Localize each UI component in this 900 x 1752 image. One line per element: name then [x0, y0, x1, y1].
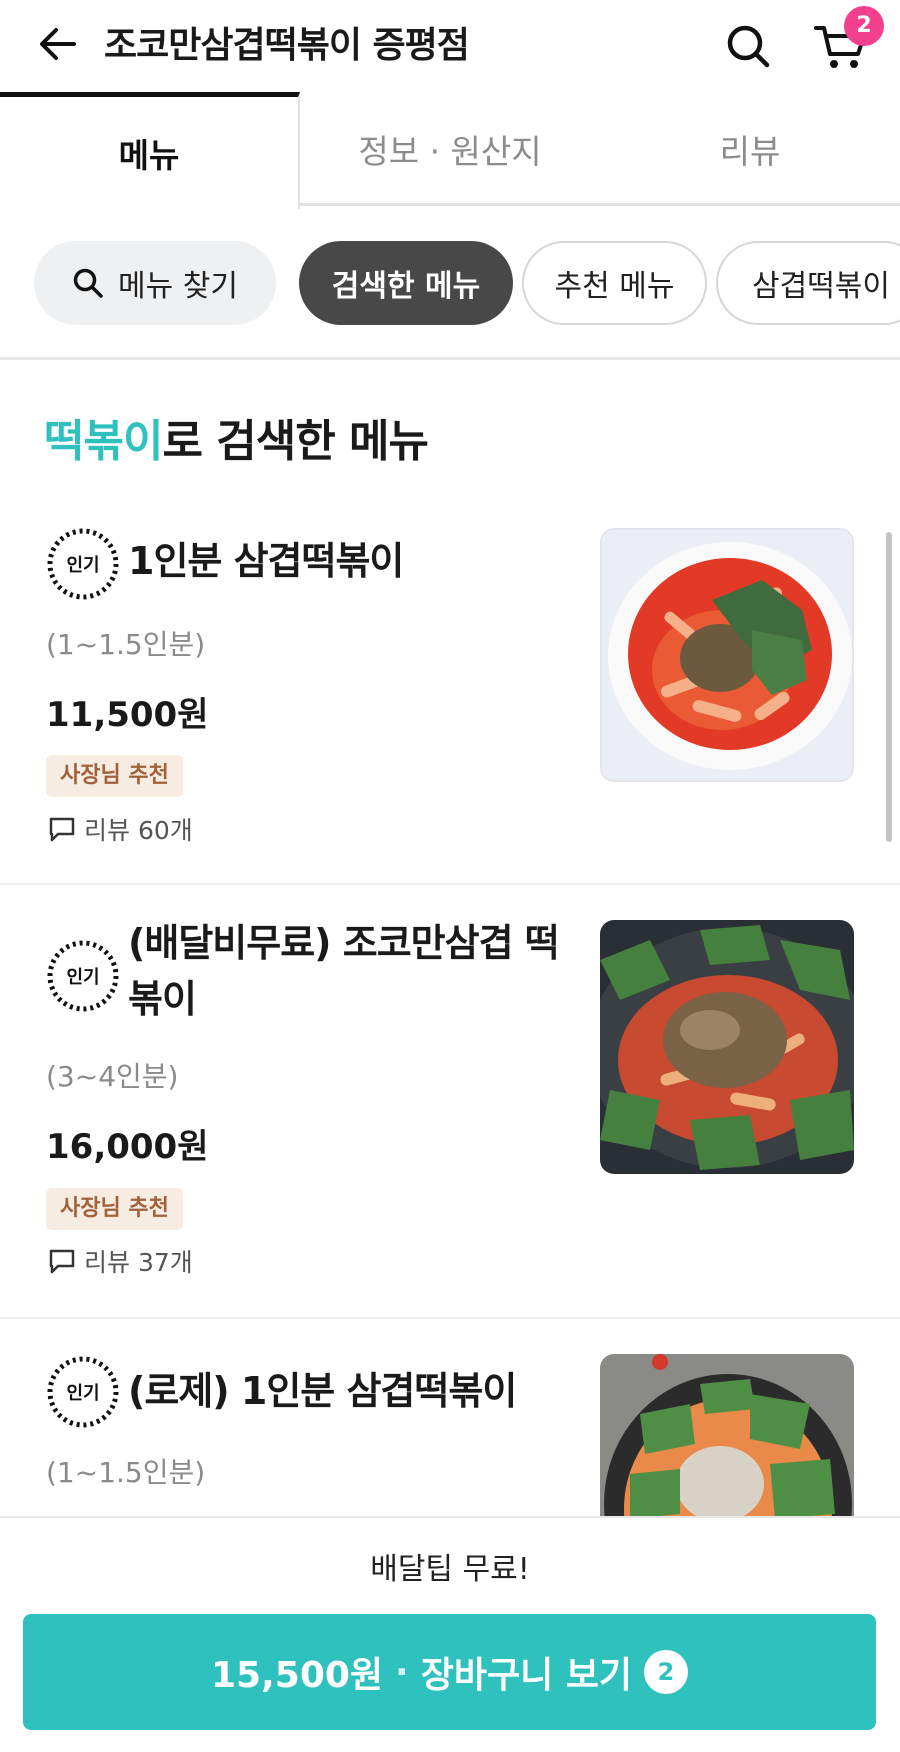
- menu-item-photo[interactable]: [600, 920, 854, 1174]
- view-cart-button[interactable]: 15,500원 · 장바구니 보기 2: [23, 1614, 876, 1730]
- tteokbokki-photo: [600, 920, 854, 1174]
- cart-total: 15,500원: [211, 1655, 384, 1696]
- tab-info[interactable]: 정보 · 원산지: [300, 92, 600, 206]
- delivery-tip-notice: 배달팁 무료!: [370, 1552, 530, 1587]
- comment-icon: [49, 1249, 75, 1274]
- popular-badge-label: 인기: [66, 967, 100, 988]
- tab-reviews[interactable]: 리뷰: [600, 92, 900, 206]
- scrollbar[interactable]: [886, 532, 892, 842]
- search-icon: [73, 268, 103, 298]
- search-keyword: 떡볶이: [44, 416, 163, 467]
- menu-item-serving: (1~1.5인분): [46, 1456, 206, 1489]
- store-title: 조코만삼겹떡볶이 증평점: [104, 25, 470, 66]
- chip-samgyeop[interactable]: 삼겹떡볶이: [716, 241, 900, 325]
- popular-badge: 인기: [46, 939, 120, 1013]
- tteokbokki-photo: [602, 530, 852, 780]
- menu-item[interactable]: 인기 1인분 삼겹떡볶이 (1~1.5인분) 11,500원 사장님 추천 리뷰…: [0, 505, 900, 885]
- popular-badge-label: 인기: [66, 555, 100, 576]
- menu-item[interactable]: 인기 (배달비무료) 조코만삼겹 떡볶이 (3~4인분) 16,000원 사장님…: [0, 885, 900, 1319]
- review-count: 리뷰 60개: [48, 811, 193, 847]
- review-count-label: 리뷰 60개: [84, 816, 193, 845]
- menu-item-serving: (1~1.5인분): [46, 628, 206, 661]
- menu-search-chip[interactable]: 메뉴 찾기: [34, 241, 276, 325]
- menu-item-photo[interactable]: [600, 528, 854, 782]
- menu-item-price: 11,500원: [46, 695, 209, 735]
- review-count-label: 리뷰 37개: [84, 1248, 193, 1277]
- menu-item-name: 1인분 삼겹떡볶이: [128, 539, 404, 583]
- cart-item-count: 2: [644, 1650, 688, 1694]
- menu-item-name: (배달비무료) 조코만삼겹 떡볶이: [128, 921, 560, 1021]
- menu-item-name: (로제) 1인분 삼겹떡볶이: [128, 1369, 517, 1413]
- menu-item-serving: (3~4인분): [46, 1060, 179, 1093]
- search-result-suffix: 로 검색한 메뉴: [162, 416, 429, 467]
- search-icon[interactable]: [724, 22, 772, 70]
- owner-pick-tag: 사장님 추천: [46, 1188, 183, 1230]
- popular-badge: 인기: [46, 1355, 120, 1429]
- view-cart-label: 장바구니 보기: [420, 1655, 632, 1696]
- menu-item-price: 16,000원: [46, 1127, 209, 1167]
- tab-menu[interactable]: 메뉴: [0, 92, 300, 209]
- menu-search-label: 메뉴 찾기: [118, 269, 238, 304]
- cart-bottom-bar: 배달팁 무료! 15,500원 · 장바구니 보기 2: [0, 1516, 900, 1752]
- separator-dot: ·: [395, 1651, 409, 1693]
- rose-tteokbokki-photo: [600, 1354, 854, 1519]
- review-count: 리뷰 37개: [48, 1243, 193, 1279]
- chip-searched-menu[interactable]: 검색한 메뉴: [299, 241, 513, 325]
- menu-filter-chips: 메뉴 찾기 검색한 메뉴 추천 메뉴 삼겹떡볶이: [0, 206, 900, 360]
- menu-item-photo[interactable]: [600, 1354, 854, 1519]
- comment-icon: [49, 817, 75, 842]
- menu-item[interactable]: 인기 (로제) 1인분 삼겹떡볶이 (1~1.5인분): [0, 1319, 900, 1519]
- app-header: 조코만삼겹떡볶이 증평점 2: [0, 0, 900, 92]
- popular-badge: 인기: [46, 527, 120, 601]
- owner-pick-tag: 사장님 추천: [46, 755, 183, 797]
- cart-count-badge: 2: [844, 6, 884, 46]
- search-result-title: 떡볶이로 검색한 메뉴: [44, 405, 429, 469]
- popular-badge-label: 인기: [66, 1383, 100, 1404]
- back-arrow-icon[interactable]: [36, 22, 80, 66]
- store-tabs: 메뉴 정보 · 원산지 리뷰: [0, 92, 900, 209]
- chip-recommended[interactable]: 추천 메뉴: [522, 241, 707, 325]
